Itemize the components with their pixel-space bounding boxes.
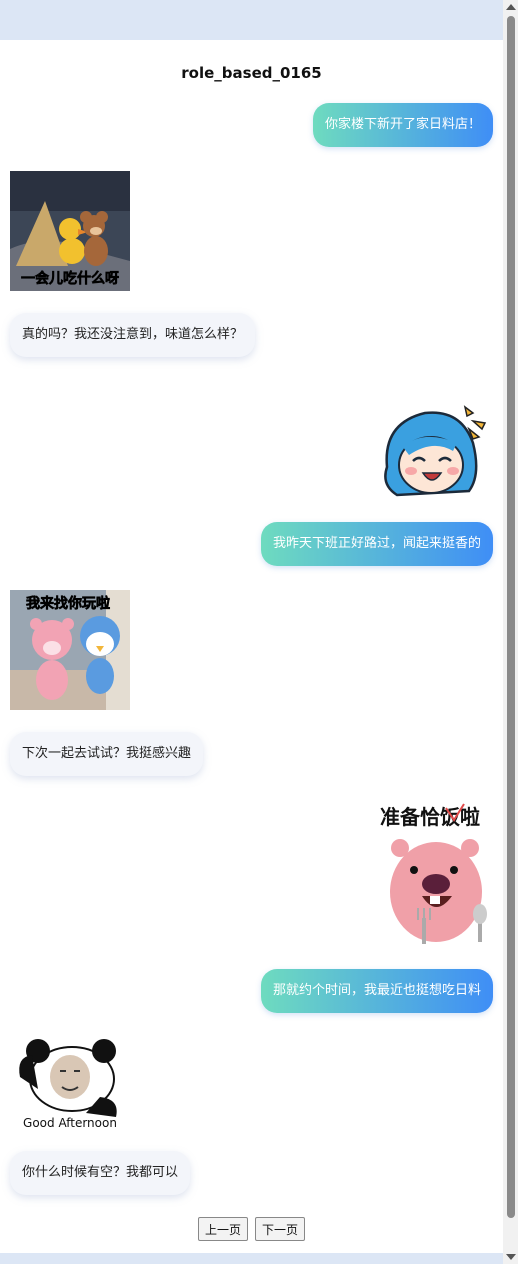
vertical-scrollbar[interactable] [503, 0, 518, 1264]
message-bubble-right: 那就约个时间，我最近也挺想吃日料 [260, 969, 493, 1013]
message-bubble-left: 你什么时候有空？我都可以 [10, 1151, 191, 1195]
scroll-down-icon[interactable] [506, 1254, 516, 1260]
panda-meme-sticker: Good Afternoon [10, 1037, 130, 1133]
sticker-caption: 一会儿吃什么呀 [21, 270, 119, 287]
scroll-thumb[interactable] [507, 16, 515, 1218]
scroll-up-icon[interactable] [506, 4, 516, 10]
message-bubble-left: 真的吗？我还没注意到，味道怎么样？ [10, 313, 256, 357]
message-bubble-left: 下次一起去试试？我挺感兴趣 [10, 732, 204, 776]
message-bubble-right: 你家楼下新开了家日料店！ [312, 103, 493, 147]
anime-girl-sticker [373, 403, 493, 503]
sticker-caption: 我来找你玩啦 [26, 595, 110, 612]
prev-page-button[interactable]: 上一页 [197, 1217, 248, 1241]
sticker-caption: Good Afternoon [23, 1116, 117, 1130]
sticker-caption: 准备恰饭啦 [380, 805, 480, 829]
tom-jerry-sticker: 一会儿吃什么呀 [10, 171, 130, 291]
pagination: 上一页 下一页 [0, 1217, 503, 1241]
chat-page: role_based_0165 你家楼下新开了家日料店！ 一会儿吃什么呀 真的吗… [0, 40, 503, 1253]
next-page-button[interactable]: 下一页 [255, 1217, 306, 1241]
message-bubble-right: 我昨天下班正好路过，闻起来挺香的 [260, 522, 493, 566]
loopy-eating-sticker: 准备恰饭啦 [370, 800, 492, 948]
page-title: role_based_0165 [181, 64, 322, 82]
loopy-pororo-sticker: 我来找你玩啦 [10, 590, 130, 710]
